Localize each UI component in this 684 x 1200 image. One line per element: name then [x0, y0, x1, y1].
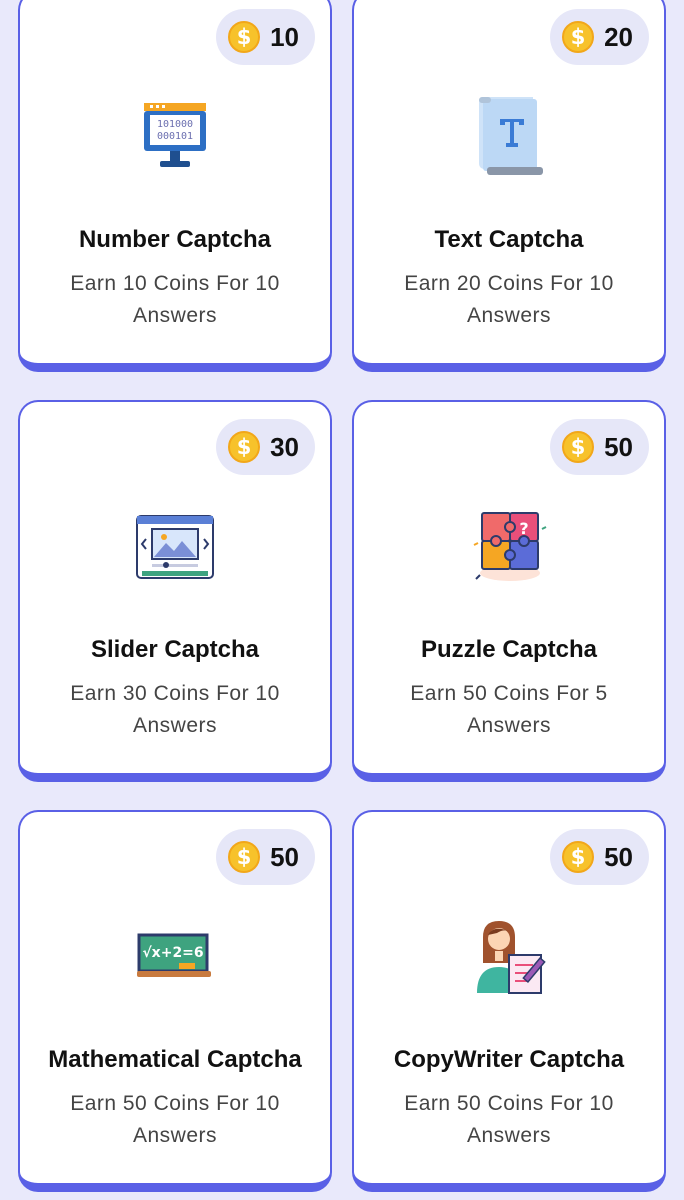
card-title: Number Captcha: [78, 226, 272, 253]
card-title: CopyWriter Captcha: [393, 1046, 625, 1073]
card-title: Text Captcha: [434, 226, 584, 253]
captcha-card-text[interactable]: $ 20 Text Captcha Earn 20 Coins For 10 A…: [352, 0, 666, 372]
svg-text:101000: 101000: [157, 119, 193, 130]
coin-badge: $ 50: [216, 829, 315, 885]
card-description: Earn 20 Coins For 10 Answers: [404, 272, 614, 327]
coin-badge: $ 30: [216, 419, 315, 475]
binary-monitor-icon: 101000 000101: [20, 92, 330, 182]
card-title: Puzzle Captcha: [420, 636, 598, 663]
coin-value: 50: [604, 431, 633, 462]
text-scroll-icon: [354, 92, 664, 182]
coin-value: 20: [604, 21, 633, 52]
coin-value: 50: [604, 841, 633, 872]
card-description: Earn 50 Coins For 10 Answers: [404, 1092, 614, 1147]
svg-text:√x+2=6: √x+2=6: [142, 945, 203, 961]
coin-icon: $: [562, 431, 595, 463]
card-description: Earn 30 Coins For 10 Answers: [70, 682, 280, 737]
coin-icon: $: [562, 841, 595, 873]
coin-icon: $: [228, 21, 261, 53]
chalkboard-icon: √x+2=6: [20, 912, 330, 1002]
captcha-card-puzzle[interactable]: $ 50 ? Puzzle Captcha Earn 50 Coins For …: [352, 400, 666, 782]
captcha-card-copywriter[interactable]: $ 50 CopyWriter Captcha Earn 50 Coins Fo…: [352, 810, 666, 1192]
card-description: Earn 50 Coins For 5 Answers: [410, 682, 608, 737]
coin-icon: $: [562, 21, 595, 53]
svg-text:000101: 000101: [157, 131, 193, 142]
coin-badge: $ 50: [550, 419, 649, 475]
captcha-card-mathematical[interactable]: $ 50 √x+2=6 Mathematical Captcha Earn 50…: [18, 810, 332, 1192]
card-description: Earn 10 Coins For 10 Answers: [70, 272, 280, 327]
card-title: Mathematical Captcha: [48, 1046, 302, 1073]
captcha-card-number[interactable]: $ 10 101000 000101 Number Captcha Earn 1…: [18, 0, 332, 372]
coin-badge: $ 10: [216, 9, 315, 65]
puzzle-icon: ?: [354, 502, 664, 592]
image-slider-icon: [20, 502, 330, 592]
coin-badge: $ 20: [550, 9, 649, 65]
coin-value: 50: [270, 841, 299, 872]
coin-badge: $ 50: [550, 829, 649, 885]
coin-icon: $: [228, 431, 261, 463]
card-description: Earn 50 Coins For 10 Answers: [70, 1092, 280, 1147]
coin-value: 10: [270, 21, 299, 52]
coin-value: 30: [270, 431, 299, 462]
coin-icon: $: [228, 841, 261, 873]
captcha-card-slider[interactable]: $ 30 Slider Captcha Earn 30 Coins For 10…: [18, 400, 332, 782]
writer-icon: [354, 912, 664, 1002]
card-title: Slider Captcha: [90, 636, 260, 663]
